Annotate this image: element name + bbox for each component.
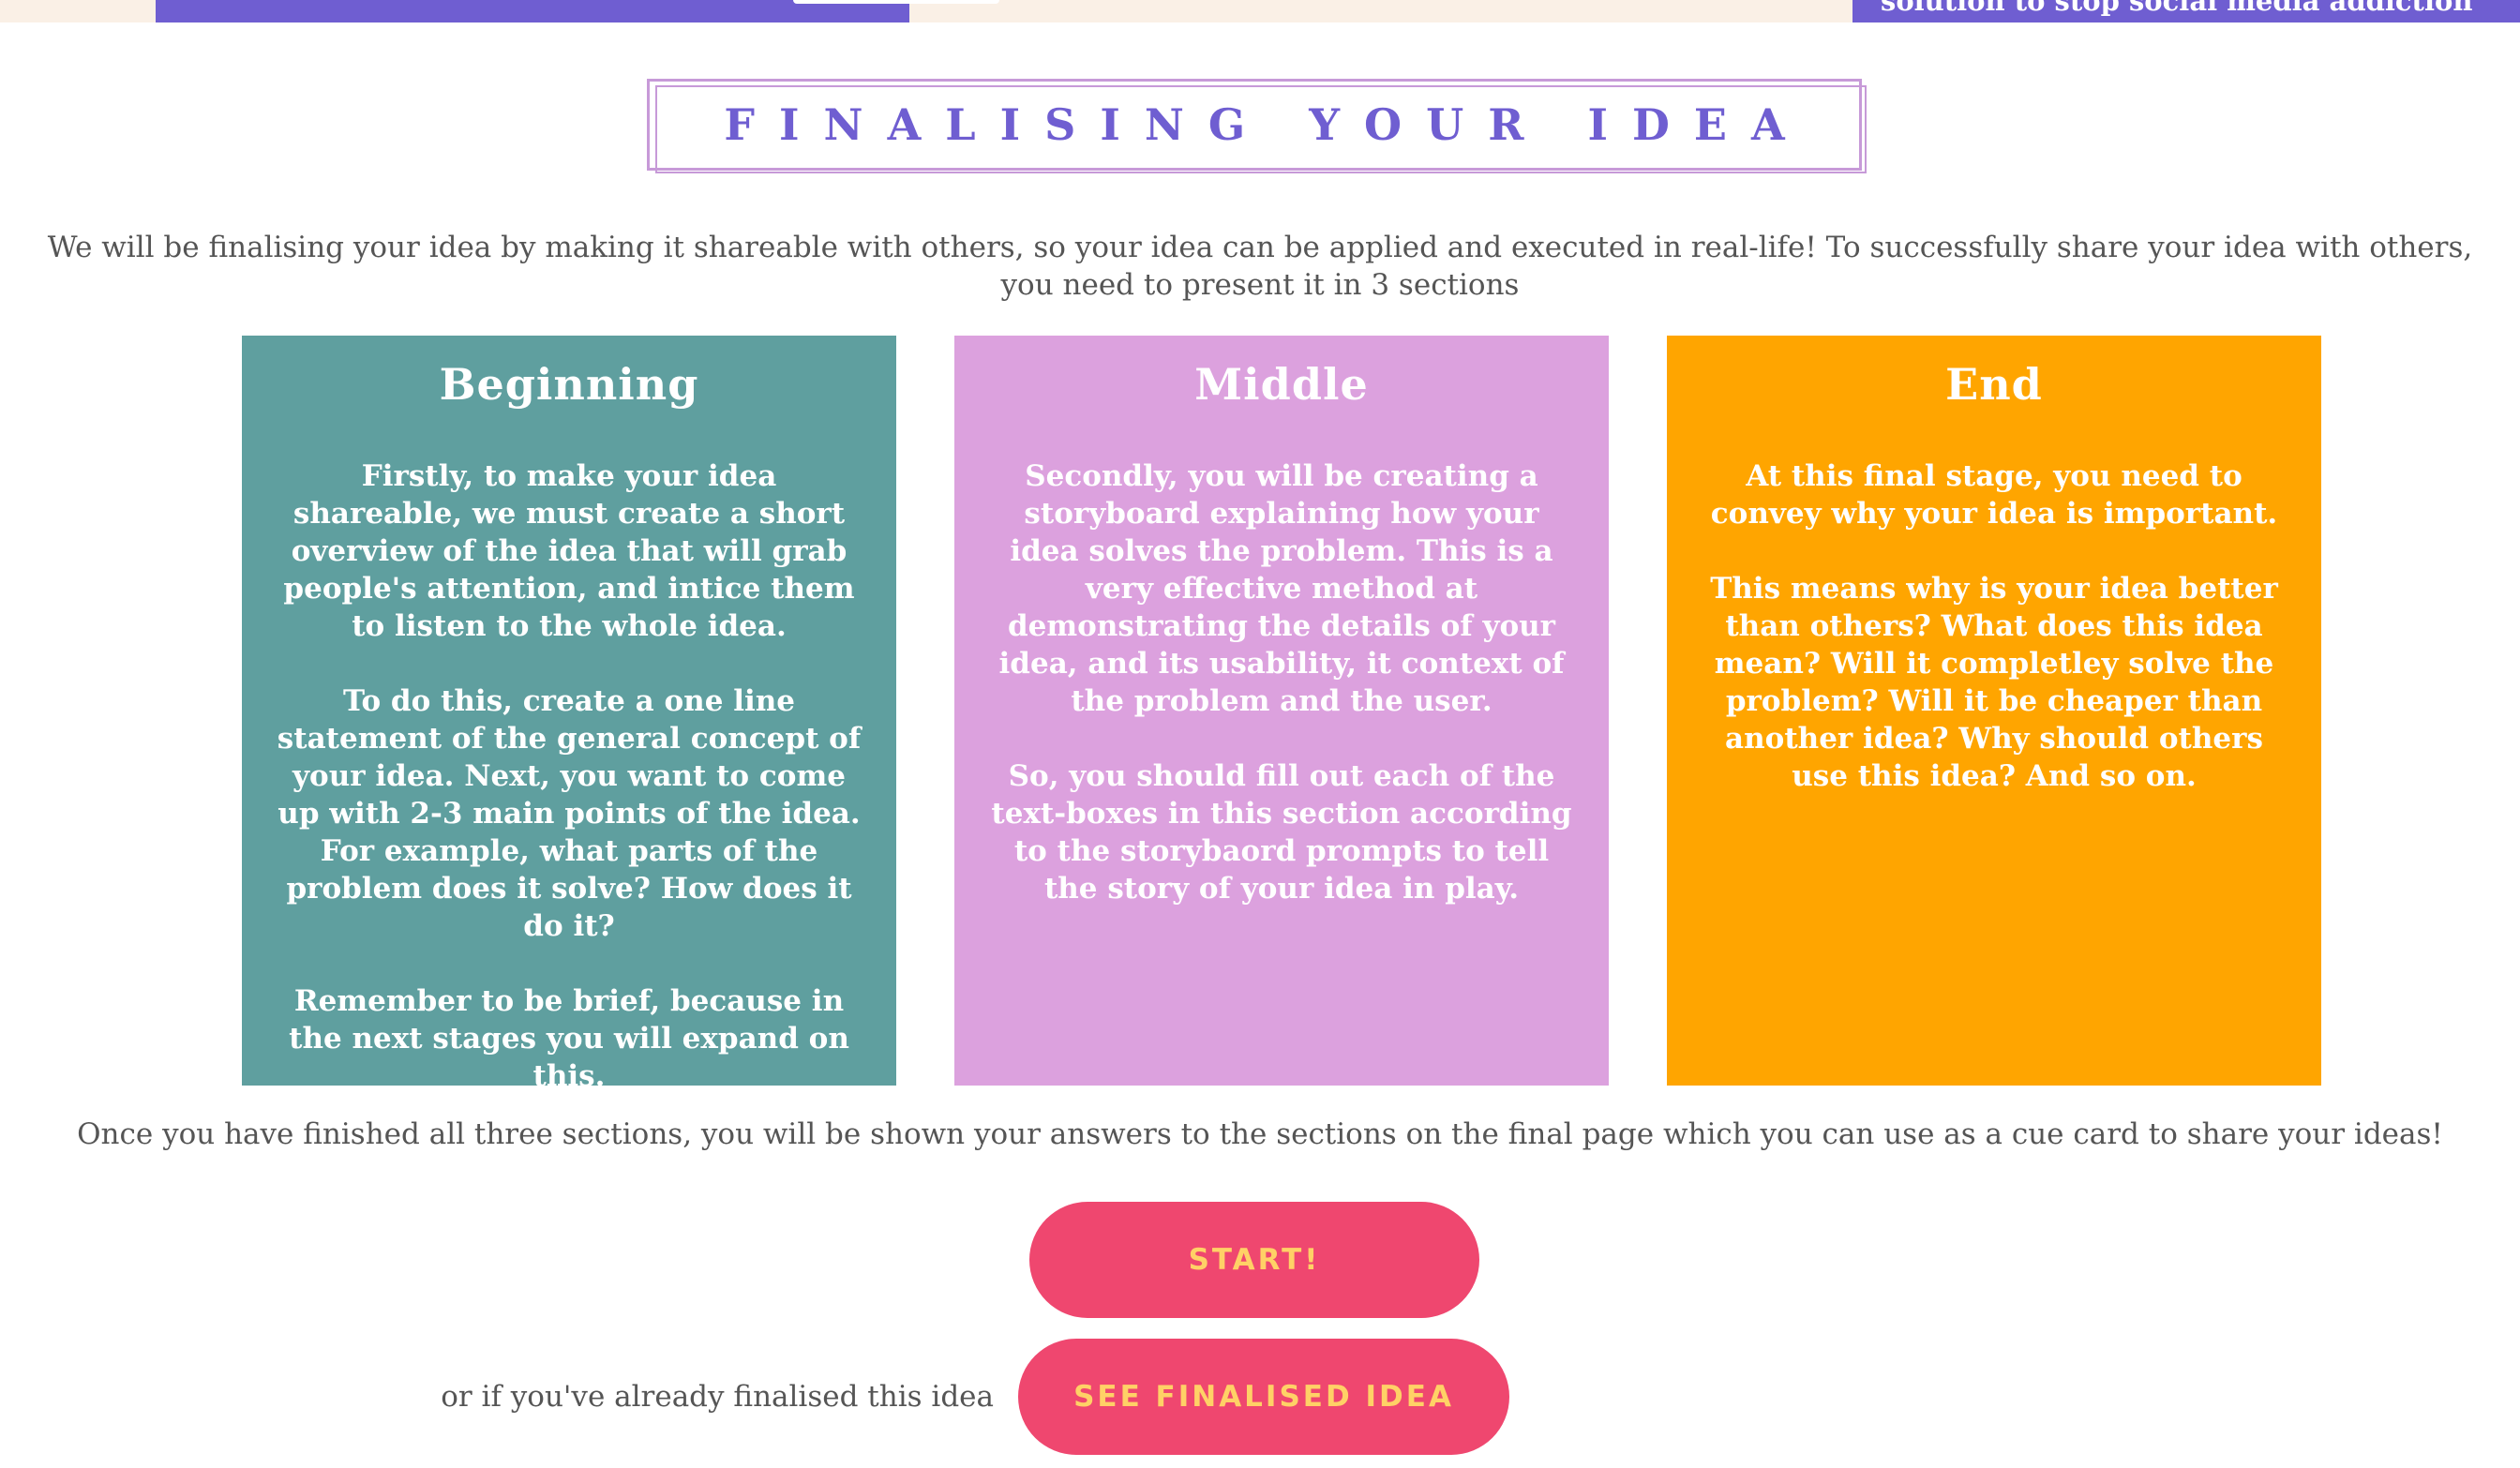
- card-middle: Middle Secondly, you will be creating a …: [954, 336, 1609, 1086]
- idea-banner: solution to stop social media addiction: [1852, 0, 2520, 22]
- start-button[interactable]: START!: [1029, 1202, 1479, 1318]
- already-finalised-text: or if you've already finalised this idea: [441, 1380, 994, 1414]
- page-title: FINALISING YOUR IDEA: [724, 99, 1809, 150]
- bottom-note: Once you have finished all three section…: [77, 1117, 2443, 1151]
- card-paragraph: Secondly, you will be creating a storybo…: [998, 459, 1565, 718]
- card-beginning: Beginning Firstly, to make your idea sha…: [242, 336, 896, 1093]
- card-end: End At this final stage, you need to con…: [1667, 336, 2321, 1086]
- nav-bar-left[interactable]: [156, 0, 999, 22]
- see-finalised-idea-button[interactable]: SEE FINALISED IDEA: [1018, 1339, 1509, 1455]
- card-title-beginning: Beginning: [439, 359, 699, 410]
- card-paragraph: Firstly, to make your idea shareable, we…: [283, 459, 855, 643]
- intro-text: We will be finalising your idea by makin…: [47, 231, 2473, 302]
- card-paragraph: Remember to be brief, because in the nex…: [289, 984, 849, 1093]
- idea-banner-text: solution to stop social media addiction: [1881, 0, 2473, 17]
- card-paragraph: This means why is your idea better than …: [1710, 572, 2278, 793]
- page-title-box: FINALISING YOUR IDEA: [647, 79, 1867, 173]
- nav-tab-indicator: [793, 0, 999, 4]
- card-paragraph: At this final stage, you need to convey …: [1710, 459, 2278, 531]
- card-title-end: End: [1945, 359, 2043, 410]
- card-paragraph: So, you should fill out each of the text…: [991, 759, 1572, 906]
- card-paragraph: To do this, create a one line statement …: [277, 684, 862, 943]
- card-title-middle: Middle: [1194, 359, 1369, 410]
